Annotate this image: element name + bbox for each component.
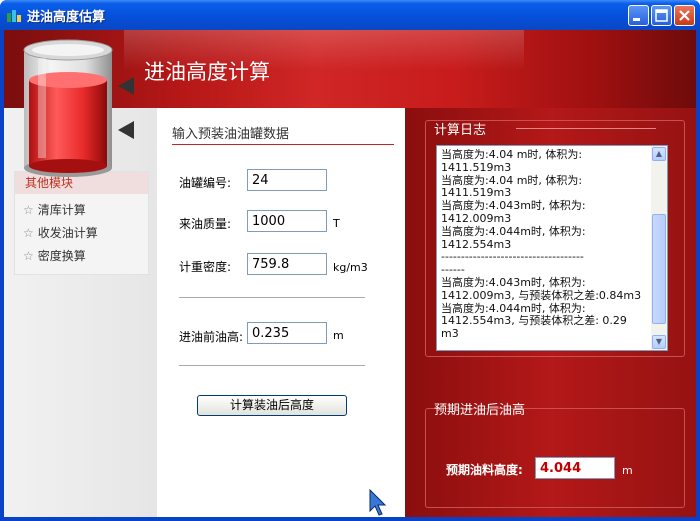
predicted-height-output[interactable]: 4.044 <box>535 457 615 479</box>
oil-mass-label: 来油质量: <box>179 217 232 231</box>
initial-height-unit: m <box>333 329 344 342</box>
star-icon: ☆ <box>23 203 34 217</box>
scroll-down-icon[interactable]: ▼ <box>652 335 666 349</box>
oil-tank-icon <box>23 39 113 177</box>
sidebar-item-label: 收发油计算 <box>37 226 98 240</box>
initial-height-label: 进油前油高: <box>179 330 244 344</box>
scroll-up-icon[interactable]: ▲ <box>652 147 666 161</box>
prediction-group: 预期进油后油高 预期油料高度: 4.044 m <box>425 403 685 508</box>
header-title: 进油高度计算 <box>144 60 270 84</box>
log-content: 当高度为:4.04 m时, 体积为: 1411.519m3 当高度为:4.04 … <box>441 149 642 341</box>
sidebar-item-label: 清库计算 <box>37 203 86 217</box>
density-unit: kg/m3 <box>333 261 368 274</box>
log-scrollbar[interactable]: ▲ ▼ <box>651 146 667 350</box>
star-icon: ☆ <box>23 249 34 263</box>
predicted-height-label: 预期油料高度: <box>446 463 523 477</box>
maximize-button[interactable] <box>651 5 672 26</box>
maximize-icon <box>655 9 668 22</box>
predicted-height-unit: m <box>622 464 633 477</box>
title-bar[interactable]: 进油高度估算 <box>0 0 700 30</box>
divider <box>179 365 365 366</box>
initial-height-input[interactable]: 0.235 <box>247 322 327 344</box>
calculate-button[interactable]: 计算装油后高度 <box>197 395 347 416</box>
right-panel: 计算日志 当高度为:4.04 m时, 体积为: 1411.519m3 当高度为:… <box>405 108 696 517</box>
log-title: 计算日志 <box>434 123 487 138</box>
tank-number-label: 油罐编号: <box>179 176 232 190</box>
arrow-icon <box>118 77 134 95</box>
star-icon: ☆ <box>23 226 34 240</box>
density-label: 计重密度: <box>179 260 232 274</box>
section-title: 输入预装油油罐数据 <box>172 123 394 145</box>
client-area: 进油高度计算 其他模块 ☆ 清库计算 ☆ 收发油计算 ☆ 密度换算 输入预装油油… <box>4 30 696 517</box>
scroll-thumb[interactable] <box>652 214 666 324</box>
log-textarea[interactable]: 当高度为:4.04 m时, 体积为: 1411.519m3 当高度为:4.04 … <box>436 145 668 351</box>
mouse-cursor-icon <box>369 489 387 516</box>
oil-mass-input[interactable]: 1000 <box>247 210 327 232</box>
sidebar-item-tank-clearing[interactable]: ☆ 清库计算 <box>23 201 86 218</box>
oil-mass-unit: T <box>333 217 340 230</box>
log-group: 计算日志 当高度为:4.04 m时, 体积为: 1411.519m3 当高度为:… <box>425 120 685 357</box>
input-panel: 输入预装油油罐数据 油罐编号: 24 来油质量: 1000 T 计重密度: 75… <box>157 108 405 517</box>
density-input[interactable]: 759.8 <box>247 253 327 275</box>
prediction-title: 预期进油后油高 <box>434 403 526 418</box>
arrow-icon <box>118 121 134 139</box>
minimize-icon <box>633 18 640 21</box>
sidebar-item-density-conversion[interactable]: ☆ 密度换算 <box>23 247 86 264</box>
tank-number-input[interactable]: 24 <box>247 169 327 191</box>
divider <box>179 297 365 298</box>
window-title: 进油高度估算 <box>27 10 106 25</box>
other-modules-panel: 其他模块 ☆ 清库计算 ☆ 收发油计算 ☆ 密度换算 <box>14 171 149 275</box>
sidebar-item-label: 密度换算 <box>37 249 86 263</box>
app-icon <box>7 10 21 22</box>
app-window: 进油高度估算 进油高度计算 其他模块 ☆ 清库计算 ☆ 收发油计算 ☆ 密度换算… <box>0 0 700 521</box>
minimize-button[interactable] <box>628 5 649 26</box>
close-button[interactable] <box>674 5 695 26</box>
sidebar-item-receive-dispatch[interactable]: ☆ 收发油计算 <box>23 224 98 241</box>
close-icon <box>679 10 690 21</box>
